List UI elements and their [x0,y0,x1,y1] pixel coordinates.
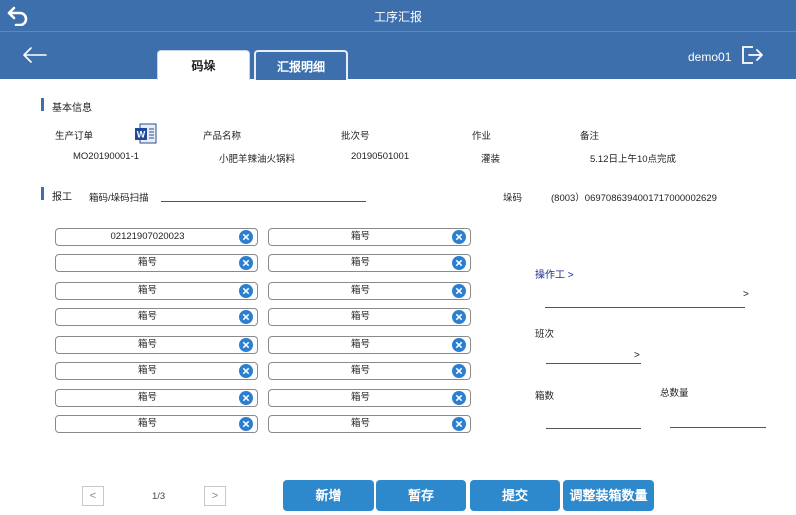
value-batch-number: 20190501001 [351,151,410,162]
clear-icon[interactable] [452,310,466,324]
box-number-input[interactable]: 箱号 [268,308,471,326]
arrow-left-icon[interactable] [22,46,48,64]
box-number-input[interactable]: 箱号 [55,254,258,272]
box-number-input[interactable]: 箱号 [55,308,258,326]
section-marker [41,98,44,111]
username: demo01 [688,50,732,64]
box-number-input[interactable]: 02121907020023 [55,228,258,246]
box-number-input[interactable]: 箱号 [268,282,471,300]
clear-icon[interactable] [239,284,253,298]
shift-chevron[interactable]: > [634,350,640,361]
box-number-text: 箱号 [137,392,157,403]
scan-input[interactable] [161,201,366,202]
section-marker [41,187,44,200]
operator-input[interactable] [545,307,745,308]
box-number-input[interactable]: 箱号 [55,282,258,300]
total-quantity-label: 总数量 [660,388,689,399]
nav-bar: 码垛 汇报明细 demo01 [0,31,796,80]
box-count-input[interactable] [546,428,641,429]
section-title: 基本信息 [52,103,92,114]
box-number-text: 箱号 [350,392,370,403]
box-number-input[interactable]: 箱号 [268,254,471,272]
clear-icon[interactable] [452,338,466,352]
shift-label: 班次 [535,329,555,340]
box-number-text: 箱号 [137,311,157,322]
title-bar: 工序汇报 [0,0,796,31]
box-number-input[interactable]: 箱号 [268,336,471,354]
box-number-text: 箱号 [137,365,157,376]
operator-selector[interactable]: 操作工 > [535,266,574,281]
label-remark: 备注 [580,131,600,142]
label-product-name: 产品名称 [203,131,242,142]
clear-icon[interactable] [239,364,253,378]
clear-icon[interactable] [239,256,253,270]
tab-report-detail[interactable]: 汇报明细 [254,50,348,80]
svg-text:W: W [137,130,146,140]
submit-button[interactable]: 提交 [470,480,560,511]
label-operation: 作业 [472,131,492,142]
box-number-input[interactable]: 箱号 [55,389,258,407]
clear-icon[interactable] [452,284,466,298]
box-number-input[interactable]: 箱号 [55,336,258,354]
box-number-text: 箱号 [350,339,370,350]
value-production-order: MO20190001-1 [73,151,140,162]
clear-icon[interactable] [239,230,253,244]
total-quantity-input[interactable] [670,427,766,428]
operator-chevron[interactable]: > [743,289,749,300]
box-number-input[interactable]: 箱号 [55,362,258,380]
section-basic-info: 基本信息 [41,98,92,114]
label-batch-number: 批次号 [341,131,370,142]
clear-icon[interactable] [239,391,253,405]
adjust-box-quantity-button[interactable]: 调整装箱数量 [563,480,654,511]
box-number-text: 箱号 [350,257,370,268]
box-number-text: 02121907020023 [110,231,185,242]
value-operation: 灌装 [481,154,501,165]
clear-icon[interactable] [239,338,253,352]
box-number-text: 箱号 [137,285,157,296]
box-number-input[interactable]: 箱号 [268,362,471,380]
page-title: 工序汇报 [373,10,422,24]
box-number-text: 箱号 [350,418,370,429]
box-number-input[interactable]: 箱号 [55,415,258,433]
box-number-input[interactable]: 箱号 [268,415,471,433]
label-production-order: 生产订单 [55,131,94,142]
prev-page-button[interactable]: < [82,486,104,506]
clear-icon[interactable] [452,417,466,431]
value-remark: 5.12日上午10点完成 [590,154,677,165]
box-number-text: 箱号 [350,231,370,242]
next-page-button[interactable]: > [204,486,226,506]
clear-icon[interactable] [452,364,466,378]
page-indicator: 1/3 [152,491,166,502]
add-button[interactable]: 新增 [283,480,374,511]
clear-icon[interactable] [452,230,466,244]
section-title: 报工 [52,192,72,203]
box-number-text: 箱号 [137,257,157,268]
box-number-text: 箱号 [137,418,157,429]
clear-icon[interactable] [452,391,466,405]
clear-icon[interactable] [239,310,253,324]
pallet-code-value: (8003）0697086394001717000002629 [551,193,717,204]
clear-icon[interactable] [452,256,466,270]
box-number-text: 箱号 [137,339,157,350]
box-number-text: 箱号 [350,311,370,322]
value-product-name: 小肥羊辣油火锅料 [219,154,296,165]
section-report: 报工 [41,187,72,203]
tab-palletizing[interactable]: 码垛 [157,50,250,80]
box-number-text: 箱号 [350,285,370,296]
shift-input[interactable] [546,363,641,364]
box-number-input[interactable]: 箱号 [268,228,471,246]
box-number-text: 箱号 [350,365,370,376]
box-count-label: 箱数 [535,391,555,402]
pallet-code-label: 垛码 [503,193,523,204]
clear-icon[interactable] [239,417,253,431]
save-draft-button[interactable]: 暂存 [376,480,466,511]
document-icon[interactable]: W [134,123,158,145]
logout-icon[interactable] [740,44,764,66]
scan-label: 箱码/垛码扫描 [89,193,149,204]
box-number-input[interactable]: 箱号 [268,389,471,407]
